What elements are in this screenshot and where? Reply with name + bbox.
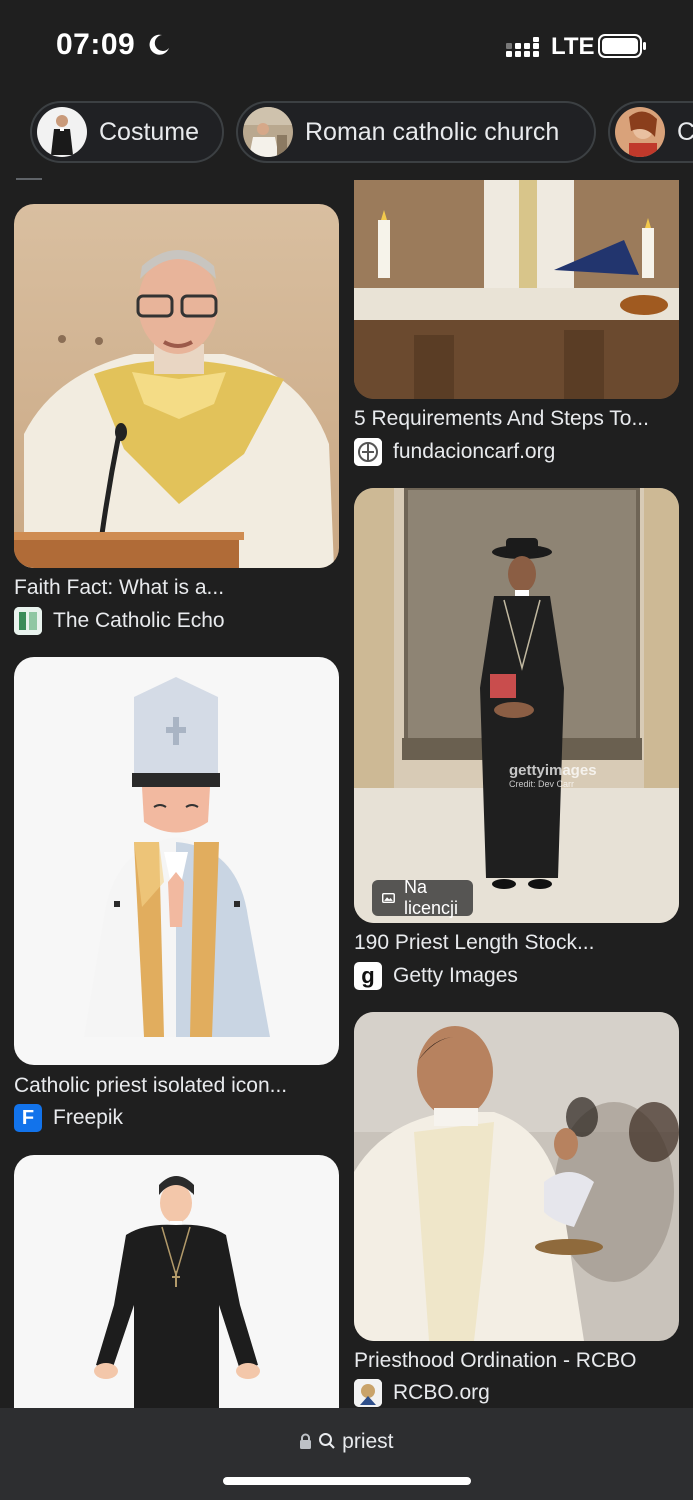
search-icon	[319, 1433, 336, 1449]
result-source-name: fundacioncarf.org	[393, 440, 556, 463]
chip-thumbnail	[243, 107, 293, 157]
chip-label: Costume	[99, 117, 200, 146]
chip-partial[interactable]: C	[608, 101, 693, 163]
fundacioncarf-favicon-icon	[354, 438, 382, 466]
result-source[interactable]: F Freepik	[14, 1104, 123, 1132]
result-title[interactable]: 5 Requirements And Steps To...	[354, 407, 649, 431]
result-source-name: Getty Images	[393, 964, 518, 987]
license-badge[interactable]: Na licencji	[372, 877, 474, 918]
battery-icon	[598, 34, 646, 58]
result-source[interactable]: The Catholic Echo	[14, 607, 225, 635]
rcbo-favicon-icon	[354, 1379, 382, 1407]
chip-label: C	[677, 117, 693, 146]
divider	[16, 178, 42, 180]
address-bar[interactable]: priest	[0, 1430, 693, 1454]
watermark-credit: Credit: Dev Carr	[509, 779, 575, 789]
chip-thumbnail	[615, 107, 665, 157]
search-query: priest	[342, 1430, 394, 1453]
status-time: 07:09	[56, 28, 136, 61]
lock-icon	[300, 1433, 312, 1449]
bottom-address-bar: priest	[0, 1408, 693, 1500]
network-type: LTE	[551, 33, 595, 60]
result-image[interactable]: gettyimages Credit: Dev Carr	[354, 488, 679, 923]
catholic-echo-favicon-icon	[14, 607, 42, 635]
result-source[interactable]: g Getty Images	[354, 962, 518, 990]
result-image[interactable]	[14, 204, 339, 568]
result-title[interactable]: 190 Priest Length Stock...	[354, 931, 594, 955]
home-indicator[interactable]	[223, 1477, 471, 1485]
freepik-favicon-icon: F	[14, 1104, 42, 1132]
getty-favicon-icon: g	[354, 962, 382, 990]
status-bar: 07:09 LTE	[0, 0, 693, 92]
license-label: Na licencji	[403, 877, 458, 918]
result-source[interactable]: fundacioncarf.org	[354, 438, 555, 466]
result-title[interactable]: Faith Fact: What is a...	[14, 576, 224, 600]
result-image[interactable]	[354, 1012, 679, 1341]
moon-icon	[149, 34, 169, 55]
result-source[interactable]: RCBO.org	[354, 1379, 490, 1407]
signal-icon	[506, 37, 539, 57]
related-search-chips: Costume Roman catholic church C	[0, 101, 693, 165]
chip-thumbnail	[37, 107, 87, 157]
result-image[interactable]	[14, 1155, 339, 1415]
image-icon	[382, 892, 395, 904]
watermark-text: gettyimages	[509, 762, 597, 779]
chip-roman-catholic-church[interactable]: Roman catholic church	[236, 101, 596, 163]
result-image[interactable]	[14, 657, 339, 1065]
result-image[interactable]	[354, 180, 679, 399]
chip-label: Roman catholic church	[305, 117, 560, 146]
chip-costume[interactable]: Costume	[30, 101, 224, 163]
result-source-name: Freepik	[53, 1106, 124, 1129]
result-title[interactable]: Catholic priest isolated icon...	[14, 1074, 287, 1098]
result-title[interactable]: Priesthood Ordination - RCBO	[354, 1349, 636, 1373]
result-source-name: RCBO.org	[393, 1381, 490, 1404]
getty-watermark: gettyimages Credit: Dev Carr	[509, 762, 597, 789]
result-source-name: The Catholic Echo	[53, 609, 225, 632]
